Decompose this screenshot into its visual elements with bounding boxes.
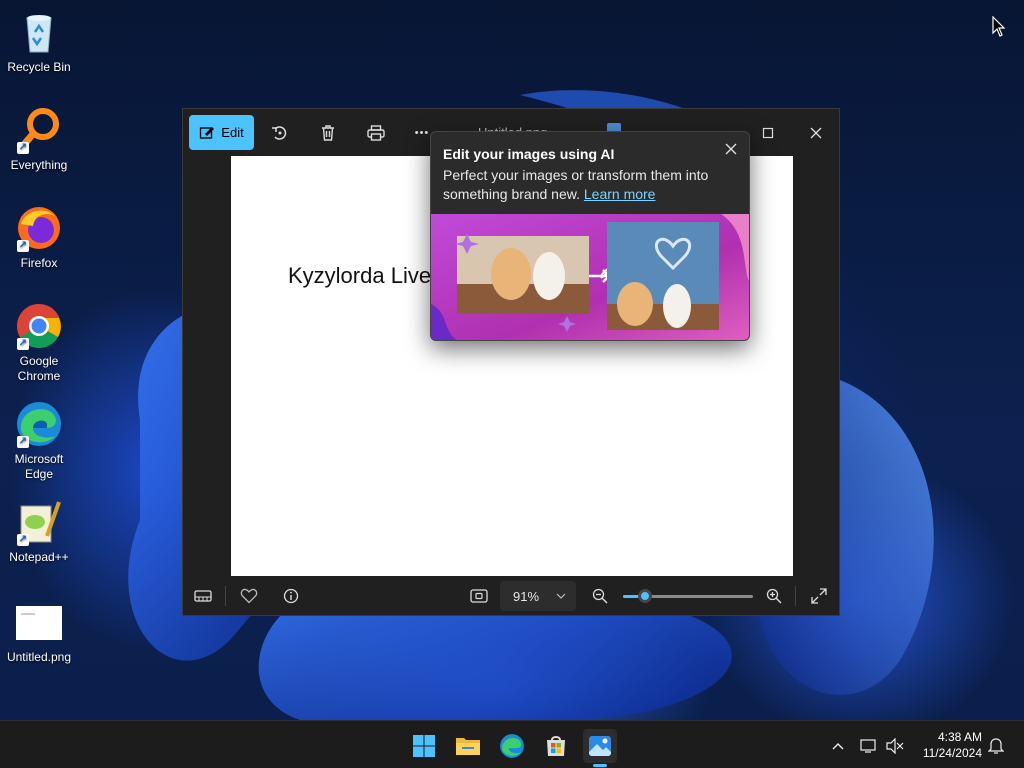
network-status-button[interactable] bbox=[857, 729, 881, 763]
clock-time: 4:38 AM bbox=[937, 730, 982, 744]
bottom-toolbar: 91% bbox=[183, 577, 839, 615]
maximize-icon bbox=[762, 127, 774, 139]
shortcut-arrow-icon: ↗ bbox=[17, 338, 29, 350]
bell-icon bbox=[988, 738, 1004, 754]
zoom-in-icon bbox=[766, 588, 782, 604]
notepad-plus-plus-icon: ↗ bbox=[15, 498, 63, 546]
zoom-out-icon bbox=[592, 588, 608, 604]
edit-image-icon bbox=[200, 126, 215, 139]
rotate-button[interactable] bbox=[265, 119, 295, 147]
divider bbox=[225, 586, 226, 606]
desktop-icon-label: Untitled.png bbox=[6, 650, 72, 664]
edge-icon: ↗ bbox=[15, 400, 63, 448]
clock-date: 11/24/2024 bbox=[922, 746, 982, 760]
notifications-button[interactable] bbox=[984, 729, 1008, 763]
store-icon bbox=[547, 736, 565, 756]
info-icon bbox=[283, 588, 299, 604]
popup-close-button[interactable] bbox=[725, 142, 737, 160]
trash-icon bbox=[322, 125, 334, 141]
mouse-cursor-icon bbox=[992, 16, 1006, 37]
maximize-button[interactable] bbox=[751, 117, 785, 149]
taskbar-file-explorer[interactable] bbox=[451, 729, 485, 763]
close-icon bbox=[725, 143, 737, 155]
zoom-value: 91% bbox=[513, 588, 540, 604]
desktop-icon-label: Google Chrome bbox=[17, 354, 61, 383]
delete-button[interactable] bbox=[313, 119, 343, 147]
full-screen-button[interactable] bbox=[805, 583, 833, 609]
zoom-slider-thumb[interactable] bbox=[638, 589, 653, 603]
speaker-muted-icon bbox=[886, 738, 904, 754]
taskbar-microsoft-store[interactable] bbox=[539, 729, 573, 763]
desktop-icon-label: Microsoft Edge bbox=[14, 452, 64, 481]
image-text: Kyzylorda Live bbox=[288, 263, 432, 288]
more-options-icon: ••• bbox=[414, 127, 430, 139]
photos-app-icon bbox=[589, 736, 611, 756]
shortcut-arrow-icon: ↗ bbox=[17, 142, 29, 154]
popup-title: Edit your images using AI bbox=[443, 146, 615, 162]
close-window-button[interactable] bbox=[799, 117, 833, 149]
chevron-down-icon bbox=[556, 593, 566, 599]
filmstrip-button[interactable] bbox=[189, 583, 217, 609]
edge-icon bbox=[500, 734, 524, 758]
taskbar-photos[interactable] bbox=[583, 729, 617, 767]
ai-promo-banner bbox=[431, 214, 749, 340]
start-button[interactable] bbox=[407, 729, 441, 763]
volume-button[interactable] bbox=[883, 729, 907, 763]
chevron-up-icon bbox=[832, 743, 844, 750]
shortcut-arrow-icon: ↗ bbox=[17, 436, 29, 448]
zoom-out-button[interactable] bbox=[587, 583, 613, 609]
shortcut-arrow-icon: ↗ bbox=[17, 534, 29, 546]
close-icon bbox=[810, 127, 822, 139]
zoom-in-button[interactable] bbox=[761, 583, 787, 609]
taskbar: 4:38 AM 11/24/2024 bbox=[0, 720, 1024, 768]
chrome-icon: ↗ bbox=[15, 302, 63, 350]
desktop-icon-untitled-png[interactable]: Untitled.png bbox=[1, 604, 77, 665]
show-hidden-icons-button[interactable] bbox=[826, 729, 850, 763]
printer-icon bbox=[367, 125, 385, 141]
image-file-thumbnail bbox=[15, 604, 63, 642]
desktop-icon-everything[interactable]: ↗ Everything bbox=[1, 106, 77, 173]
taskbar-edge[interactable] bbox=[495, 729, 529, 763]
desktop-icon-label: Everything bbox=[10, 158, 68, 172]
desktop-icon-microsoft-edge[interactable]: ↗ Microsoft Edge bbox=[1, 400, 77, 482]
shortcut-arrow-icon: ↗ bbox=[17, 240, 29, 252]
desktop-icon-firefox[interactable]: ↗ Firefox bbox=[1, 204, 77, 271]
desktop-icon-label: Firefox bbox=[20, 256, 58, 270]
divider bbox=[795, 586, 796, 606]
zoom-slider[interactable] bbox=[623, 589, 753, 603]
everything-search-icon: ↗ bbox=[15, 106, 63, 154]
desktop-icon-notepad-plus-plus[interactable]: ↗ Notepad++ bbox=[1, 498, 77, 565]
edit-button-label: Edit bbox=[221, 125, 244, 140]
popup-pointer bbox=[583, 131, 603, 132]
popup-description-text: Perfect your images or transform them in… bbox=[443, 167, 709, 202]
desktop-icon-google-chrome[interactable]: ↗ Google Chrome bbox=[1, 302, 77, 384]
folder-icon bbox=[456, 738, 480, 755]
zoom-dropdown[interactable]: 91% bbox=[500, 581, 576, 611]
recycle-bin-icon bbox=[15, 8, 63, 56]
favorite-button[interactable] bbox=[235, 583, 263, 609]
desktop-icon-label: Recycle Bin bbox=[7, 60, 71, 74]
expand-icon bbox=[811, 588, 827, 604]
firefox-icon: ↗ bbox=[15, 204, 63, 252]
system-clock[interactable]: 4:38 AM 11/24/2024 bbox=[923, 729, 982, 761]
print-button[interactable] bbox=[361, 119, 391, 147]
rotate-icon bbox=[272, 126, 287, 140]
desktop-icon-recycle-bin[interactable]: Recycle Bin bbox=[1, 8, 77, 75]
network-icon bbox=[860, 739, 876, 753]
ai-editing-teaching-tip: Edit your images using AI Perfect your i… bbox=[430, 131, 750, 341]
heart-icon bbox=[240, 588, 258, 604]
popup-description: Perfect your images or transform them in… bbox=[443, 166, 733, 204]
desktop-icon-label: Notepad++ bbox=[9, 550, 69, 564]
filmstrip-icon bbox=[194, 590, 212, 602]
actual-size-button[interactable] bbox=[465, 583, 493, 609]
edit-button[interactable]: Edit bbox=[189, 115, 254, 150]
learn-more-link[interactable]: Learn more bbox=[584, 186, 656, 202]
fit-to-window-icon bbox=[470, 589, 488, 603]
active-app-indicator bbox=[593, 764, 607, 767]
file-info-button[interactable] bbox=[277, 583, 305, 609]
windows-logo-icon bbox=[413, 735, 435, 757]
